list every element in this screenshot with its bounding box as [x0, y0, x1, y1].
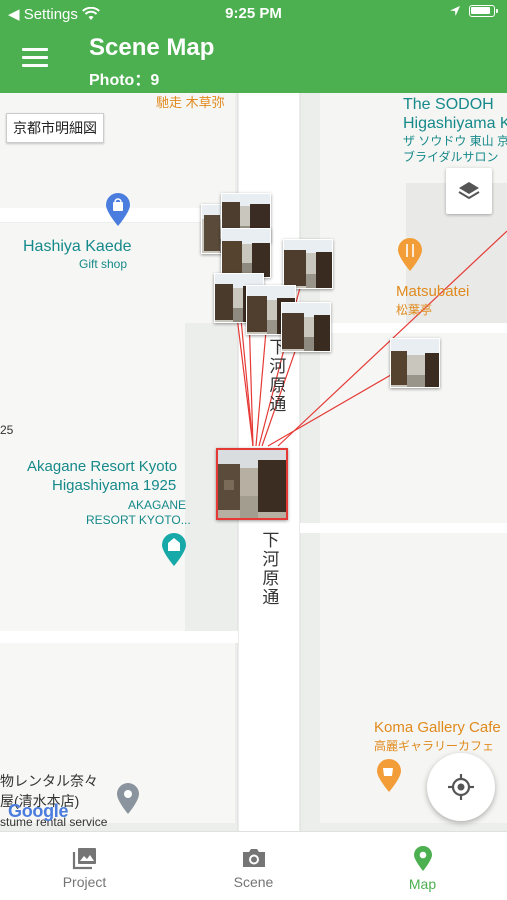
restaurant-pin-icon[interactable] — [397, 238, 423, 272]
crosshair-icon — [448, 774, 474, 800]
camera-icon — [242, 849, 265, 867]
poi-label: RESORT KYOTO... — [86, 513, 191, 527]
poi-label: Hashiya Kaede — [23, 238, 132, 255]
status-time: 9:25 PM — [225, 5, 282, 22]
my-location-button[interactable] — [427, 753, 495, 821]
photo-thumbnail — [222, 229, 270, 277]
map-name-chip: 京都市明細図 — [6, 113, 104, 143]
poi-label: ザ ソウドウ 東山 京 — [403, 134, 507, 148]
map-pin-icon — [413, 846, 432, 871]
photo-count: Photo：9 — [89, 72, 160, 89]
poi-label: Akagane Resort Kyoto — [27, 458, 178, 475]
nav-item-project[interactable]: Project — [0, 832, 169, 900]
bottom-navigation: Project Scene Map — [0, 831, 507, 900]
photo-thumbnail — [391, 339, 439, 387]
map-view[interactable]: 馳走 木草弥 The SODOH Higashiyama K ザ ソウドウ 東山… — [0, 93, 507, 831]
layers-icon — [458, 182, 480, 200]
battery-icon — [469, 5, 498, 17]
poi-label: Gift shop — [79, 257, 128, 271]
cafe-pin-icon[interactable] — [376, 759, 402, 793]
menu-button[interactable] — [22, 48, 48, 68]
photo-marker[interactable] — [283, 239, 333, 289]
hamburger-icon — [22, 48, 48, 51]
photo-thumbnail — [284, 240, 332, 288]
poi-label: Higashiyama K — [403, 115, 507, 132]
street-label: 下河原通 — [259, 531, 279, 607]
photo-marker[interactable] — [221, 228, 271, 278]
nav-label: Project — [62, 874, 107, 890]
poi-label: AKAGANE — [128, 498, 187, 512]
photo-marker[interactable] — [390, 338, 440, 388]
poi-label: 物レンタル奈々 — [0, 773, 98, 789]
nav-item-scene[interactable]: Scene — [169, 832, 338, 900]
shopping-bag-pin-icon[interactable] — [105, 193, 131, 227]
nav-label: Map — [408, 876, 437, 892]
nav-label: Scene — [233, 874, 274, 890]
photo-marker-selected[interactable] — [216, 448, 288, 520]
google-logo: Google — [8, 801, 69, 821]
photo-thumbnail — [282, 303, 330, 351]
poi-label: Koma Gallery Cafe — [374, 719, 501, 736]
poi-label: 高麗ギャラリーカフェ — [374, 739, 495, 753]
page-title: Scene Map — [89, 34, 215, 61]
location-arrow-icon — [450, 6, 460, 16]
app-header: ◀ Settings 9:25 PM Scene Map Photo：9 — [0, 0, 507, 93]
photo-marker[interactable] — [281, 302, 331, 352]
location-pin-icon[interactable] — [116, 783, 140, 815]
map-layers-button[interactable] — [446, 168, 492, 214]
poi-label: The SODOH — [403, 96, 494, 113]
poi-label: ブライダルサロン — [403, 150, 499, 164]
hotel-pin-icon[interactable] — [161, 533, 187, 567]
poi-label: 馳走 木草弥 — [156, 95, 225, 110]
poi-label: Higashiyama 1925 — [52, 477, 177, 494]
photo-thumbnail — [218, 450, 286, 518]
poi-label: Matsubatei — [396, 283, 470, 300]
photo-library-icon — [72, 848, 96, 870]
map-edge-label: 25 — [0, 423, 14, 437]
nav-item-map[interactable]: Map — [338, 832, 507, 900]
poi-label: 松葉亭 — [396, 303, 433, 317]
